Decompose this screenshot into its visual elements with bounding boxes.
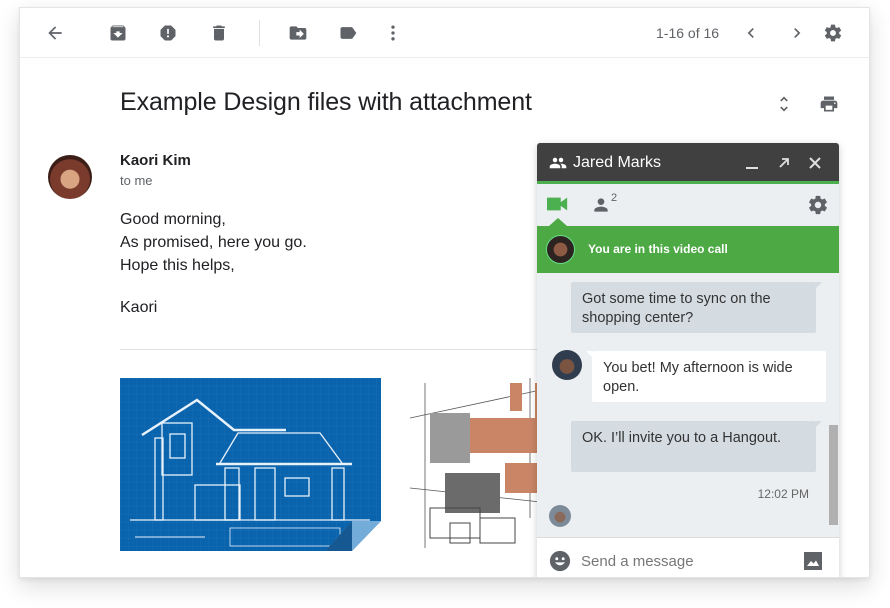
report-spam-icon[interactable] — [157, 22, 179, 44]
blueprint-house-image[interactable] — [120, 378, 381, 551]
message-incoming: You bet! My afternoon is wide open. — [586, 351, 826, 402]
email-subject: Example Design files with attachment — [120, 88, 532, 116]
pagination-count: 1-16 of 16 — [656, 25, 720, 41]
archive-icon[interactable] — [107, 22, 129, 44]
attachments-divider — [120, 349, 540, 350]
expand-collapse-icon[interactable] — [773, 93, 795, 115]
message-input[interactable] — [581, 549, 781, 573]
architecture-sketch-image[interactable] — [410, 378, 550, 551]
emoji-icon[interactable] — [549, 550, 571, 572]
more-vert-icon[interactable] — [382, 22, 404, 44]
chevron-left-icon[interactable] — [740, 22, 762, 44]
body-line: Good morning, — [120, 211, 226, 228]
body-line: As promised, here you go. — [120, 234, 307, 251]
pop-out-icon[interactable] — [774, 153, 794, 173]
email-body: Good morning, As promised, here you go. … — [120, 208, 307, 277]
toolbar-divider — [259, 20, 260, 46]
chat-settings-icon[interactable] — [807, 194, 829, 216]
print-icon[interactable] — [818, 93, 840, 115]
move-to-icon[interactable] — [287, 22, 309, 44]
minimize-icon[interactable] — [742, 153, 762, 173]
settings-gear-icon[interactable] — [822, 22, 844, 44]
chevron-right-icon[interactable] — [786, 22, 808, 44]
call-banner-text: You are in this video call — [588, 242, 728, 256]
chat-contact-name: Jared Marks — [573, 154, 662, 171]
hangouts-chat-panel: Jared Marks 2 You are in this video call… — [537, 143, 839, 577]
person-icon — [594, 198, 608, 212]
group-icon — [549, 154, 567, 172]
insert-image-icon[interactable] — [803, 551, 823, 571]
message-outgoing: Got some time to sync on the shopping ce… — [571, 282, 822, 333]
read-receipt-avatar — [549, 505, 571, 527]
message-composer — [537, 537, 839, 577]
contact-avatar — [552, 350, 582, 380]
delete-icon[interactable] — [208, 22, 230, 44]
label-icon[interactable] — [337, 22, 359, 44]
back-arrow-icon[interactable] — [44, 22, 66, 44]
recipient-label[interactable]: to me — [120, 173, 153, 188]
sender-name[interactable]: Kaori Kim — [120, 152, 191, 169]
participants-tab[interactable]: 2 — [591, 192, 617, 214]
body-line: Hope this helps, — [120, 257, 235, 274]
call-participant-avatar — [546, 235, 575, 264]
video-call-banner[interactable]: You are in this video call — [537, 218, 839, 273]
toolbar: 1-16 of 16 — [20, 8, 869, 58]
chat-header: Jared Marks — [537, 143, 839, 184]
email-window: 1-16 of 16 Example Design files with att… — [19, 7, 870, 578]
message-timestamp: 12:02 PM — [757, 487, 809, 501]
chat-scrollbar[interactable] — [829, 425, 838, 525]
email-signature: Kaori — [120, 299, 158, 316]
participant-count: 2 — [611, 192, 618, 204]
sender-avatar[interactable] — [48, 155, 92, 199]
close-icon[interactable] — [805, 153, 825, 173]
message-list: Got some time to sync on the shopping ce… — [537, 273, 839, 529]
chat-tabs: 2 — [537, 184, 839, 226]
video-call-icon[interactable] — [547, 195, 569, 213]
message-outgoing: OK. I’ll invite you to a Hangout. — [571, 421, 822, 472]
